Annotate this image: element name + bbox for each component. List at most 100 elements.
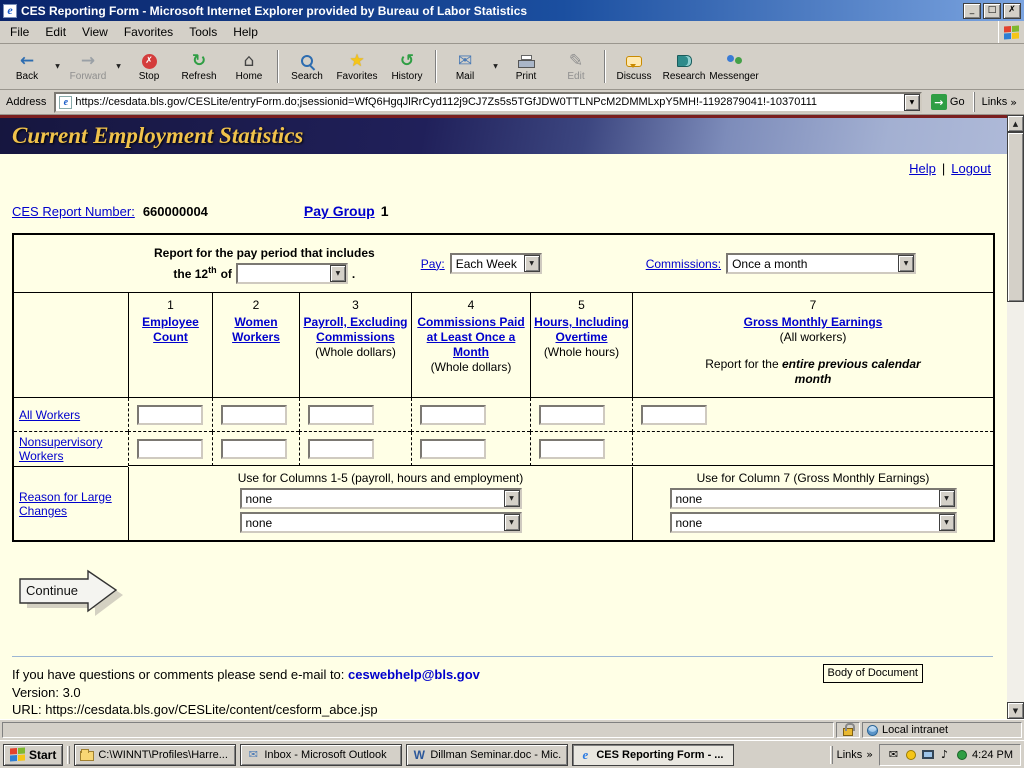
menu-file[interactable]: File [2,22,37,42]
search-icon [299,53,316,70]
address-dropdown-icon[interactable]: ▼ [904,94,920,111]
back-button[interactable]: ← Back [2,46,52,87]
task-word-document[interactable]: W Dillman Seminar.doc - Mic... [406,744,568,766]
commissions-link[interactable]: Commissions: [646,257,721,271]
continue-arrow-shape: Continue [18,568,128,616]
contact-email-link[interactable]: ceswebhelp@bls.gov [348,667,480,682]
all-workers-commissions-input[interactable] [420,405,486,425]
nonsup-employee-count-input[interactable] [137,439,203,459]
reason-cols1-5-select-1[interactable]: none ▼ [240,488,522,509]
scrollbar-track[interactable] [1007,132,1024,702]
payroll-link[interactable]: Payroll, Excluding Commissions [302,315,409,345]
close-button[interactable]: ✗ [1003,3,1021,19]
month-select[interactable]: ▼ [236,263,348,284]
research-button[interactable]: Research [659,46,709,87]
nonsup-hours-input[interactable] [539,439,605,459]
women-workers-link[interactable]: Women Workers [215,315,297,345]
restore-button[interactable]: □ [983,3,1001,19]
pay-link[interactable]: Pay: [421,257,445,271]
gross-monthly-earnings-link[interactable]: Gross Monthly Earnings [744,315,883,330]
ie-icon: e [578,747,592,763]
all-workers-women-workers-input[interactable] [221,405,287,425]
body-of-document-marker[interactable]: Body of Document [823,664,924,683]
continue-button[interactable]: Continue [18,568,128,616]
menu-tools[interactable]: Tools [181,22,225,42]
task-ces-reporting-form[interactable]: e CES Reporting Form - ... [572,744,734,766]
toolbar-separator [604,50,606,83]
messenger-icon [726,54,743,68]
col-header-gross-monthly: 7 Gross Monthly Earnings (All workers) R… [632,293,993,398]
nonsup-payroll-input[interactable] [308,439,374,459]
all-workers-gross-monthly-input[interactable] [641,405,707,425]
reason-col7-select-2[interactable]: none ▼ [670,512,957,533]
menu-edit[interactable]: Edit [37,22,74,42]
reason-cols1-5-select-2[interactable]: none ▼ [240,512,522,533]
menu-favorites[interactable]: Favorites [116,22,181,42]
address-input[interactable]: e https://cesdata.bls.gov/CESLite/entryF… [54,92,922,113]
commissions-paid-link[interactable]: Commissions Paid at Least Once a Month [414,315,528,360]
employee-count-link[interactable]: Employee Count [131,315,210,345]
tray-antivirus-icon[interactable] [955,748,968,761]
all-workers-payroll-input[interactable] [308,405,374,425]
minimize-button[interactable]: _ [963,3,981,19]
dropdown-arrow-icon: ▼ [939,490,955,507]
reason-for-large-changes-link[interactable]: Reason for Large Changes [19,490,123,518]
edit-button[interactable]: ✎ Edit [551,46,601,87]
menu-help[interactable]: Help [225,22,266,42]
menu-bar: File Edit View Favorites Tools Help [0,21,1024,44]
back-dropdown-icon[interactable]: ▼ [52,46,63,87]
mail-button[interactable]: ✉ Mail [440,46,490,87]
help-link[interactable]: Help [909,161,936,176]
footer-divider [12,656,993,657]
refresh-button[interactable]: ↻ Refresh [174,46,224,87]
browser-window: e CES Reporting Form - Microsoft Interne… [0,0,1024,768]
messenger-button[interactable]: Messenger [709,46,759,87]
links-toolbar[interactable]: Links » [974,92,1022,112]
taskbar-links-toolbar[interactable]: Links » [830,746,875,764]
stop-button[interactable]: ✗ Stop [124,46,174,87]
vertical-scrollbar[interactable]: ▲ ▼ [1007,115,1024,719]
task-explorer-window[interactable]: C:\WINNT\Profiles\Harre... [74,744,236,766]
mail-dropdown-icon[interactable]: ▼ [490,46,501,87]
all-workers-link[interactable]: All Workers [19,408,80,422]
scrollbar-thumb[interactable] [1007,132,1024,302]
version-text: Version: 3.0 [12,684,995,702]
all-workers-hours-input[interactable] [539,405,605,425]
logout-link[interactable]: Logout [951,161,991,176]
report-header: CES Report Number: 660000004 Pay Group 1 [12,203,1007,219]
print-button[interactable]: Print [501,46,551,87]
tray-display-icon[interactable] [921,748,934,761]
ces-report-number-link[interactable]: CES Report Number: [12,204,135,219]
hours-link[interactable]: Hours, Including Overtime [533,315,630,345]
forward-dropdown-icon[interactable]: ▼ [113,46,124,87]
nonsup-commissions-input[interactable] [420,439,486,459]
tray-volume-icon[interactable]: ♪ [938,748,951,761]
nonsupervisory-workers-link[interactable]: Nonsupervisory Workers [19,435,123,463]
favorites-button[interactable]: ★ Favorites [332,46,382,87]
col-header-employee-count: 1 Employee Count [128,293,212,398]
nonsup-women-workers-input[interactable] [221,439,287,459]
task-outlook[interactable]: ✉ Inbox - Microsoft Outlook [240,744,402,766]
history-button[interactable]: ↺ History [382,46,432,87]
scroll-up-icon[interactable]: ▲ [1007,115,1024,132]
commissions-select[interactable]: Once a month ▼ [726,253,916,274]
forward-button[interactable]: → Forward [63,46,113,87]
all-workers-employee-count-input[interactable] [137,405,203,425]
reason-col7-select-1[interactable]: none ▼ [670,488,957,509]
discuss-button[interactable]: Discuss [609,46,659,87]
start-button[interactable]: Start [3,744,63,766]
tray-mail-icon[interactable]: ✉ [887,748,900,761]
dropdown-arrow-icon: ▼ [504,490,520,507]
search-button[interactable]: Search [282,46,332,87]
reason-columns-1-5: Use for Columns 1-5 (payroll, hours and … [128,467,632,540]
go-button[interactable]: → Go [926,94,970,110]
scroll-down-icon[interactable]: ▼ [1007,702,1024,719]
go-icon: → [931,94,947,110]
pay-group-link[interactable]: Pay Group [304,203,375,219]
home-button[interactable]: ⌂ Home [224,46,274,87]
title-bar: e CES Reporting Form - Microsoft Interne… [0,0,1024,21]
menu-view[interactable]: View [74,22,116,42]
clock: 4:24 PM [972,749,1013,761]
tray-status-icon[interactable] [904,748,917,761]
pay-select[interactable]: Each Week ▼ [450,253,542,274]
